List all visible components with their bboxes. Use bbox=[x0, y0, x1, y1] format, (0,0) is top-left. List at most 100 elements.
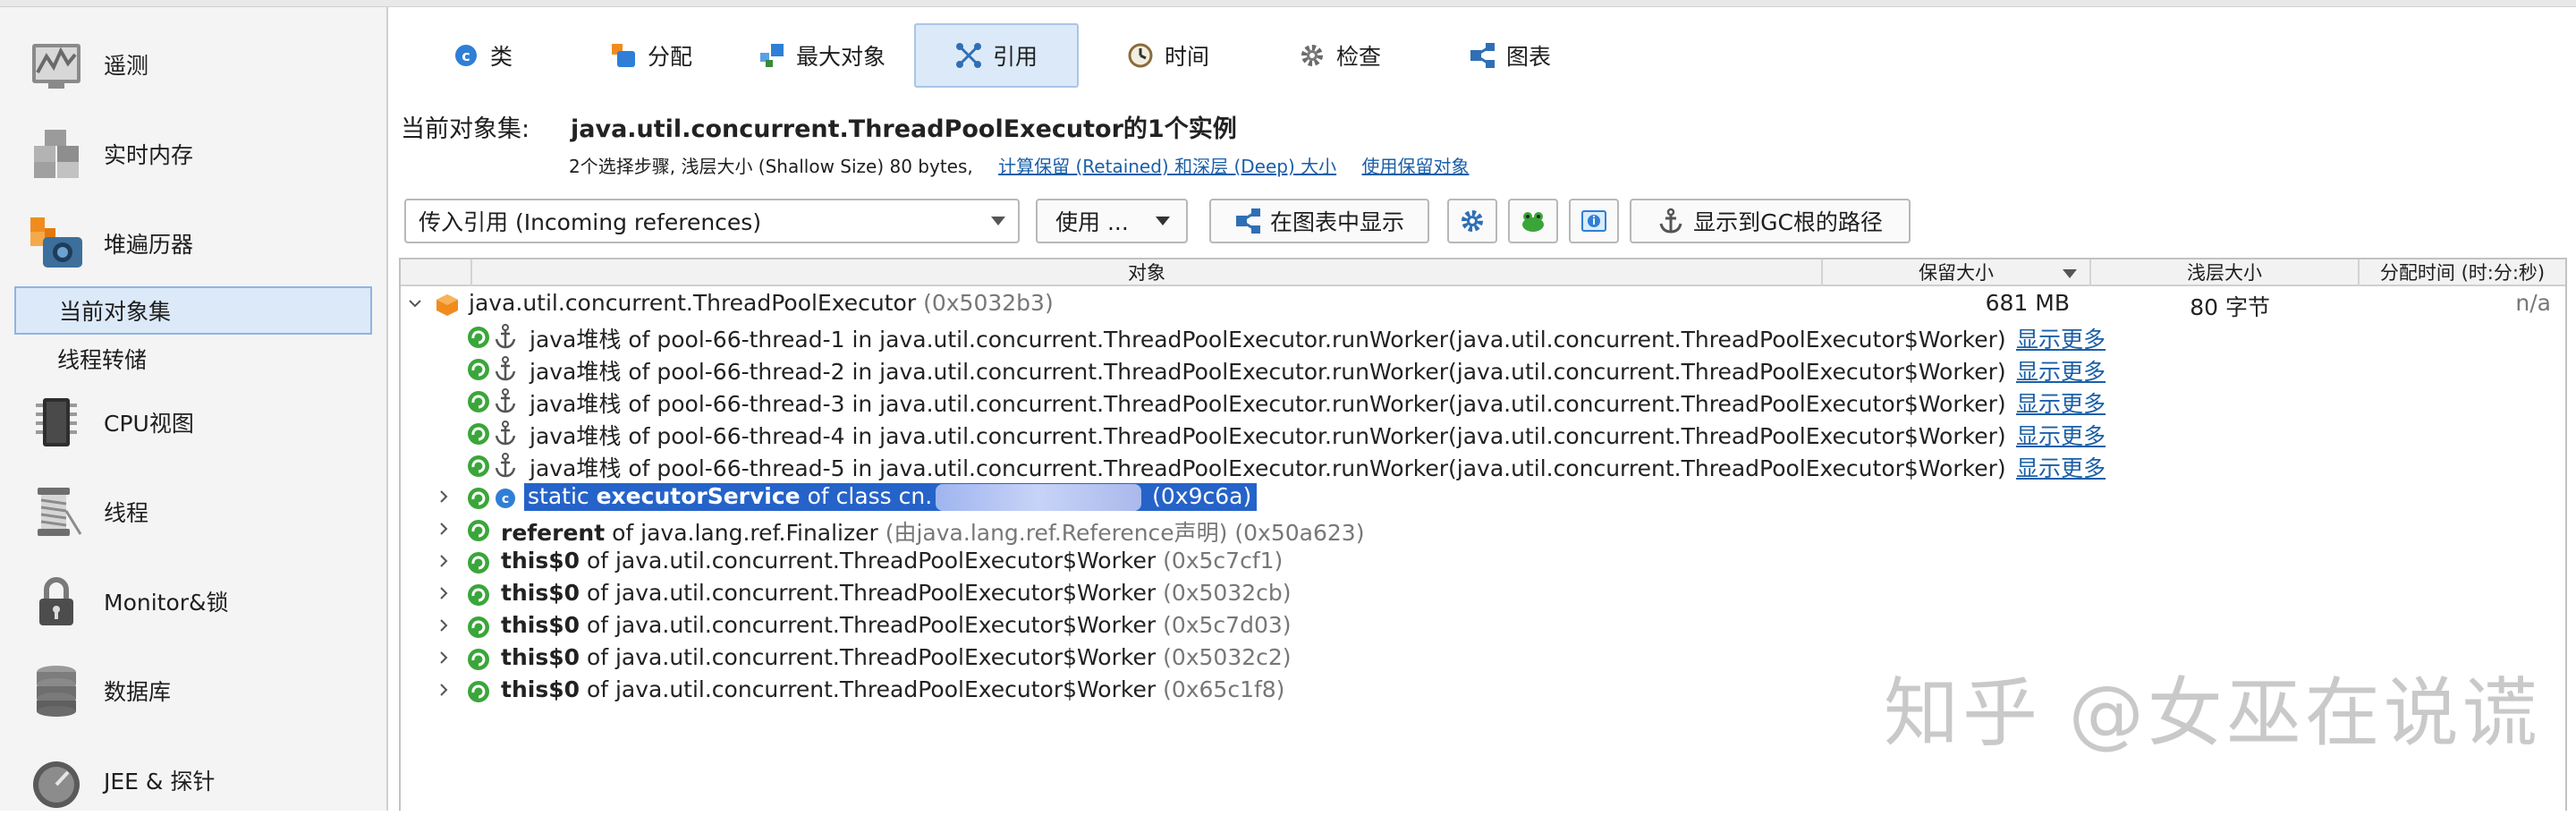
sidebar-item-thread-dumps[interactable]: 线程转储 bbox=[14, 335, 372, 383]
table-row-worker[interactable]: this$0 of java.util.concurrent.ThreadPoo… bbox=[401, 546, 2565, 578]
chevron-down-icon bbox=[1156, 217, 1170, 225]
table-row-worker[interactable]: this$0 of java.util.concurrent.ThreadPoo… bbox=[401, 578, 2565, 610]
owner-class: of java.util.concurrent.ThreadPoolExecut… bbox=[580, 612, 1164, 638]
show-in-graph-button[interactable]: 在图表中显示 bbox=[1209, 199, 1429, 243]
sidebar-item-databases[interactable]: 数据库 bbox=[0, 655, 388, 727]
table-row-static-field[interactable]: c static executorService of class cn. (0… bbox=[401, 481, 2565, 514]
calculate-retained-link[interactable]: 计算保留 (Retained) 和深层 (Deep) 大小 bbox=[998, 156, 1336, 177]
header-spacer bbox=[401, 259, 472, 286]
field-name: this$0 bbox=[501, 676, 580, 702]
reference-type-value: 传入引用 (Incoming references) bbox=[419, 209, 762, 235]
gc-root-icon bbox=[468, 681, 489, 702]
owner-class: of java.util.concurrent.ThreadPoolExecut… bbox=[580, 548, 1164, 574]
tab-time[interactable]: 时间 bbox=[1127, 23, 1261, 88]
show-more-link[interactable]: 显示更多 bbox=[2016, 354, 2106, 387]
object-set-value: java.util.concurrent.ThreadPoolExecutor的… bbox=[571, 115, 1237, 143]
allocation-icon bbox=[612, 44, 635, 67]
header-shallow-size[interactable]: 浅层大小 bbox=[2091, 259, 2360, 286]
tab-label: 引用 bbox=[993, 44, 1038, 70]
sidebar-item-current-object-set[interactable]: 当前对象集 bbox=[14, 286, 372, 335]
stack-reference-text: java堆栈 of pool-66-thread-1 in java.util.… bbox=[530, 327, 2006, 353]
chevron-right-icon[interactable] bbox=[436, 489, 451, 504]
show-path-to-gc-root-button[interactable]: 显示到GC根的路径 bbox=[1630, 199, 1911, 243]
gc-root-icon bbox=[468, 649, 489, 670]
tab-allocations[interactable]: 分配 bbox=[610, 23, 744, 88]
table-row-java-stack[interactable]: java堆栈 of pool-66-thread-5 in java.util.… bbox=[401, 449, 2565, 481]
info-button[interactable] bbox=[1569, 199, 1619, 243]
telemetry-icon bbox=[32, 44, 80, 89]
tab-classes[interactable]: c 类 bbox=[453, 23, 596, 88]
reference-type-dropdown[interactable]: 传入引用 (Incoming references) bbox=[404, 199, 1020, 243]
sidebar-item-live-memory[interactable]: 实时内存 bbox=[0, 118, 388, 190]
show-more-link[interactable]: 显示更多 bbox=[2016, 451, 2106, 483]
worker-reference-text: this$0 of java.util.concurrent.ThreadPoo… bbox=[501, 612, 1292, 638]
table-row-java-stack[interactable]: java堆栈 of pool-66-thread-4 in java.util.… bbox=[401, 417, 2565, 449]
show-more-link[interactable]: 显示更多 bbox=[2016, 387, 2106, 419]
tab-label: 图表 bbox=[1506, 44, 1552, 70]
root-object-label: java.util.concurrent.ThreadPoolExecutor … bbox=[469, 290, 1054, 316]
worker-reference-text: this$0 of java.util.concurrent.ThreadPoo… bbox=[501, 644, 1292, 670]
sidebar-item-label: 数据库 bbox=[104, 679, 172, 705]
sidebar-item-cpu-views[interactable]: CPU视图 bbox=[0, 387, 388, 458]
sidebar-item-label: CPU视图 bbox=[104, 411, 194, 437]
live-memory-icon bbox=[34, 130, 79, 178]
sidebar-item-jee-probes[interactable]: JEE & 探针 bbox=[0, 744, 388, 816]
chevron-right-icon[interactable] bbox=[436, 618, 451, 633]
table-row-referent[interactable]: referent of java.lang.ref.Finalizer (由ja… bbox=[401, 514, 2565, 546]
field-name: this$0 bbox=[501, 644, 580, 670]
sidebar-item-label: 堆遍历器 bbox=[104, 232, 194, 258]
gc-root-icon bbox=[468, 391, 489, 412]
frog-icon bbox=[1522, 212, 1544, 232]
view-tabs: c 类 分配 最大对象 引用 时间 检查 图表 bbox=[390, 23, 2576, 89]
chevron-right-icon[interactable] bbox=[436, 586, 451, 600]
class-icon: c bbox=[455, 45, 477, 66]
show-more-link[interactable]: 显示更多 bbox=[2016, 419, 2106, 451]
worker-reference-text: this$0 of java.util.concurrent.ThreadPoo… bbox=[501, 676, 1284, 702]
header-allocation-time[interactable]: 分配时间 (时:分:秒) bbox=[2360, 259, 2565, 286]
tab-label: 最大对象 bbox=[796, 44, 886, 70]
graph-icon bbox=[1235, 208, 1260, 234]
table-row-worker[interactable]: this$0 of java.util.concurrent.ThreadPoo… bbox=[401, 610, 2565, 642]
table-row-root[interactable]: java.util.concurrent.ThreadPoolExecutor … bbox=[401, 288, 2565, 320]
tab-graph[interactable]: 图表 bbox=[1469, 23, 1603, 88]
settings-button[interactable] bbox=[1447, 199, 1497, 243]
header-retained-size[interactable]: 保留大小 bbox=[1823, 259, 2091, 286]
chevron-right-icon[interactable] bbox=[436, 522, 451, 536]
anchor-icon bbox=[495, 421, 516, 446]
filter-button[interactable] bbox=[1508, 199, 1558, 243]
use-button[interactable]: 使用 ... bbox=[1036, 199, 1188, 243]
sidebar-item-heap-walker[interactable]: 堆遍历器 bbox=[0, 208, 388, 279]
sidebar-item-label: JEE & 探针 bbox=[104, 769, 216, 795]
anchor-icon bbox=[495, 388, 516, 413]
chevron-right-icon[interactable] bbox=[436, 650, 451, 665]
redacted-class-name bbox=[936, 484, 1142, 511]
sidebar-item-monitors-locks[interactable]: Monitor&锁 bbox=[0, 565, 388, 637]
threads-icon bbox=[38, 488, 82, 536]
gc-root-icon bbox=[468, 520, 489, 541]
retained-size: 681 MB bbox=[1985, 290, 2070, 316]
chevron-right-icon[interactable] bbox=[436, 554, 451, 568]
table-row-java-stack[interactable]: java堆栈 of pool-66-thread-1 in java.util.… bbox=[401, 320, 2565, 353]
object-address: (0x5032c2) bbox=[1163, 644, 1292, 670]
chevron-down-icon[interactable] bbox=[408, 296, 422, 310]
tab-inspections[interactable]: 检查 bbox=[1299, 23, 1433, 88]
tab-label: 类 bbox=[490, 44, 513, 70]
header-object[interactable]: 对象 bbox=[472, 259, 1823, 286]
object-address: (0x9c6a) bbox=[1152, 483, 1252, 509]
sidebar-item-threads[interactable]: 线程 bbox=[0, 476, 388, 548]
use-retained-objects-link[interactable]: 使用保留对象 bbox=[1361, 156, 1469, 177]
chevron-right-icon[interactable] bbox=[436, 683, 451, 697]
tab-biggest-objects[interactable]: 最大对象 bbox=[758, 23, 919, 88]
object-address: (0x5c7d03) bbox=[1163, 612, 1292, 638]
biggest-objects-icon bbox=[760, 44, 784, 67]
class-icon: c bbox=[496, 489, 515, 508]
sidebar-item-label: 当前对象集 bbox=[59, 299, 172, 325]
header-label: 对象 bbox=[1128, 262, 1165, 284]
tab-references[interactable]: 引用 bbox=[914, 23, 1079, 88]
table-row-java-stack[interactable]: java堆栈 of pool-66-thread-2 in java.util.… bbox=[401, 353, 2565, 385]
sidebar-item-telemetry[interactable]: 遥测 bbox=[0, 29, 388, 100]
show-in-graph-label: 在图表中显示 bbox=[1269, 209, 1404, 235]
table-row-java-stack[interactable]: java堆栈 of pool-66-thread-3 in java.util.… bbox=[401, 385, 2565, 417]
show-more-link[interactable]: 显示更多 bbox=[2016, 322, 2106, 354]
anchor-icon bbox=[495, 356, 516, 381]
